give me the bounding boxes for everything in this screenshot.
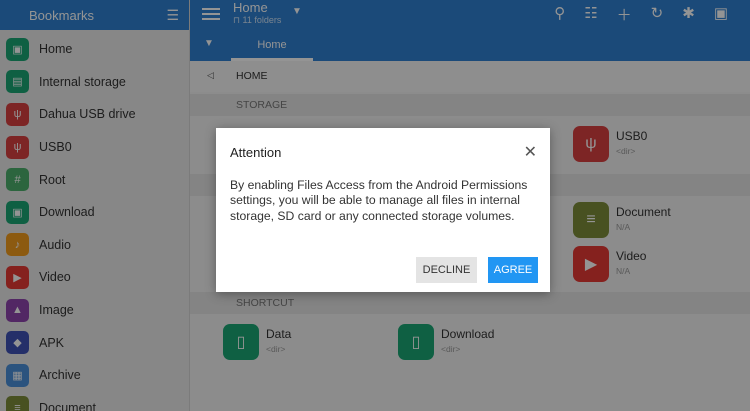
dialog-title: Attention (230, 145, 282, 160)
decline-button[interactable]: DECLINE (416, 257, 477, 283)
dialog-message: By enabling Files Access from the Androi… (230, 178, 528, 223)
close-icon[interactable]: ✕ (524, 142, 537, 162)
attention-dialog: Attention ✕ By enabling Files Access fro… (216, 128, 550, 292)
agree-button[interactable]: AGREE (488, 257, 538, 283)
